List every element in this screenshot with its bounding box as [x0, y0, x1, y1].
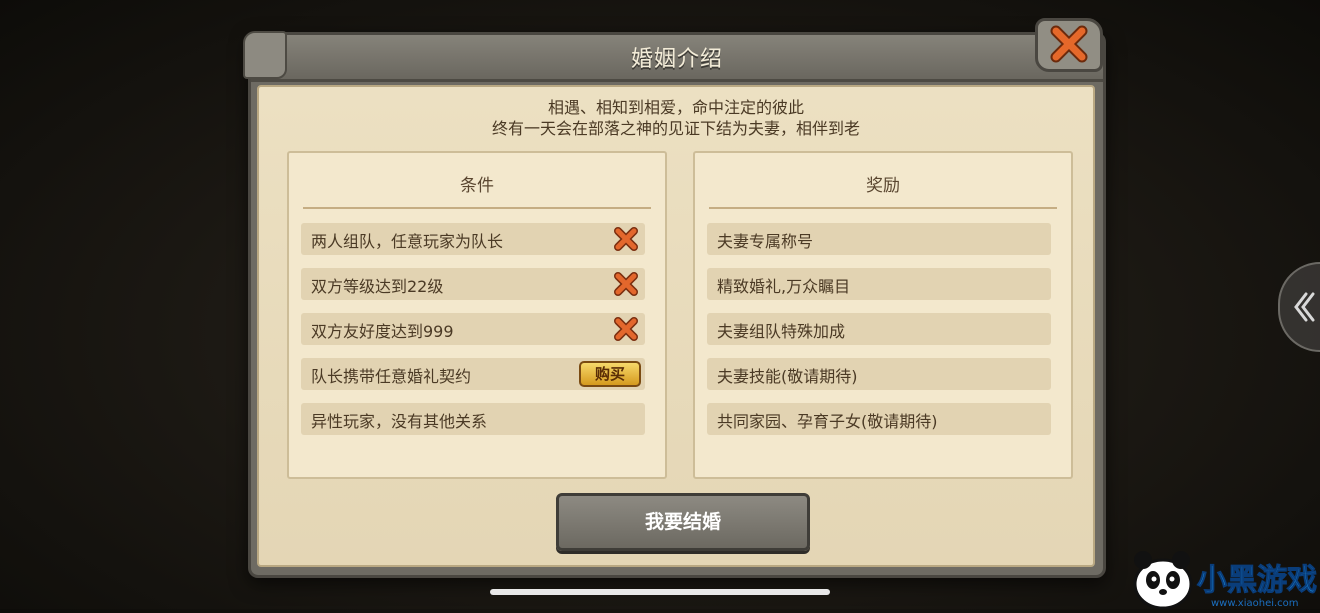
dialog-title: 婚姻介绍: [630, 47, 723, 72]
rewards-divider: [709, 207, 1057, 209]
condition-label: 两人组队，任意玩家为队长: [311, 232, 504, 251]
watermark-text: 小黑游戏: [1197, 563, 1317, 598]
rewards-header: 奖励: [866, 176, 900, 196]
rewards-panel: 奖励 夫妻专属称号 精致婚礼,万众瞩目 夫妻组队特殊加成 夫妻技能(敬请期待) …: [693, 151, 1073, 479]
reward-row: 共同家园、孕育子女(敬请期待): [707, 403, 1051, 435]
unmet-x-icon: [614, 317, 638, 341]
watermark-logo: 小黑游戏 www.xiaohei.com: [1125, 540, 1320, 610]
marriage-dialog: 婚姻介绍 相遇、相知到相爱，命中注定的彼此 终有一天会在部落之神的见证下结为夫妻…: [243, 31, 1106, 578]
close-button[interactable]: [1035, 18, 1103, 72]
reward-label: 夫妻专属称号: [717, 232, 814, 251]
chevron-left-icon: [1294, 292, 1315, 322]
panda-logo-icon: 小黑游戏 www.xiaohei.com: [1133, 551, 1318, 610]
unmet-x-icon: [614, 272, 638, 296]
reward-row: 夫妻专属称号: [707, 223, 1051, 255]
conditions-panel: 条件 两人组队，任意玩家为队长 双方等级达到22级 双方友好度达到999 队长携…: [287, 151, 667, 479]
reward-row: 夫妻组队特殊加成: [707, 313, 1051, 345]
reward-label: 夫妻技能(敬请期待): [717, 367, 858, 386]
intro-line-2: 终有一天会在部落之神的见证下结为夫妻，相伴到老: [491, 119, 860, 138]
condition-row: 队长携带任意婚礼契约 购买: [301, 358, 645, 390]
watermark-url: www.xiaohei.com: [1211, 598, 1299, 609]
condition-row: 双方友好度达到999: [301, 313, 645, 345]
marry-button[interactable]: 我要结婚: [556, 493, 810, 551]
dialog-title-bar: 婚姻介绍: [243, 31, 1103, 82]
condition-label: 异性玩家，没有其他关系: [311, 412, 488, 431]
buy-contract-button[interactable]: 购买: [579, 361, 641, 387]
condition-label: 队长携带任意婚礼契约: [311, 367, 472, 386]
reward-label: 精致婚礼,万众瞩目: [717, 277, 851, 296]
condition-label: 双方友好度达到999: [311, 322, 454, 341]
intro-line-1: 相遇、相知到相爱，命中注定的彼此: [547, 98, 804, 117]
condition-label: 双方等级达到22级: [311, 277, 444, 296]
home-indicator[interactable]: [490, 589, 830, 595]
intro-text: 相遇、相知到相爱，命中注定的彼此 终有一天会在部落之神的见证下结为夫妻，相伴到老: [259, 97, 1093, 139]
condition-row: 异性玩家，没有其他关系: [301, 403, 645, 435]
reward-row: 夫妻技能(敬请期待): [707, 358, 1051, 390]
parchment-body: 相遇、相知到相爱，命中注定的彼此 终有一天会在部落之神的见证下结为夫妻，相伴到老…: [257, 85, 1095, 567]
condition-row: 双方等级达到22级: [301, 268, 645, 300]
unmet-x-icon: [614, 227, 638, 251]
close-icon: [1050, 25, 1088, 63]
reward-row: 精致婚礼,万众瞩目: [707, 268, 1051, 300]
reward-label: 共同家园、孕育子女(敬请期待): [717, 412, 938, 431]
conditions-header: 条件: [460, 176, 494, 196]
condition-row: 两人组队，任意玩家为队长: [301, 223, 645, 255]
reward-label: 夫妻组队特殊加成: [717, 322, 846, 341]
conditions-divider: [303, 207, 651, 209]
side-drawer-tab[interactable]: [1278, 262, 1320, 352]
